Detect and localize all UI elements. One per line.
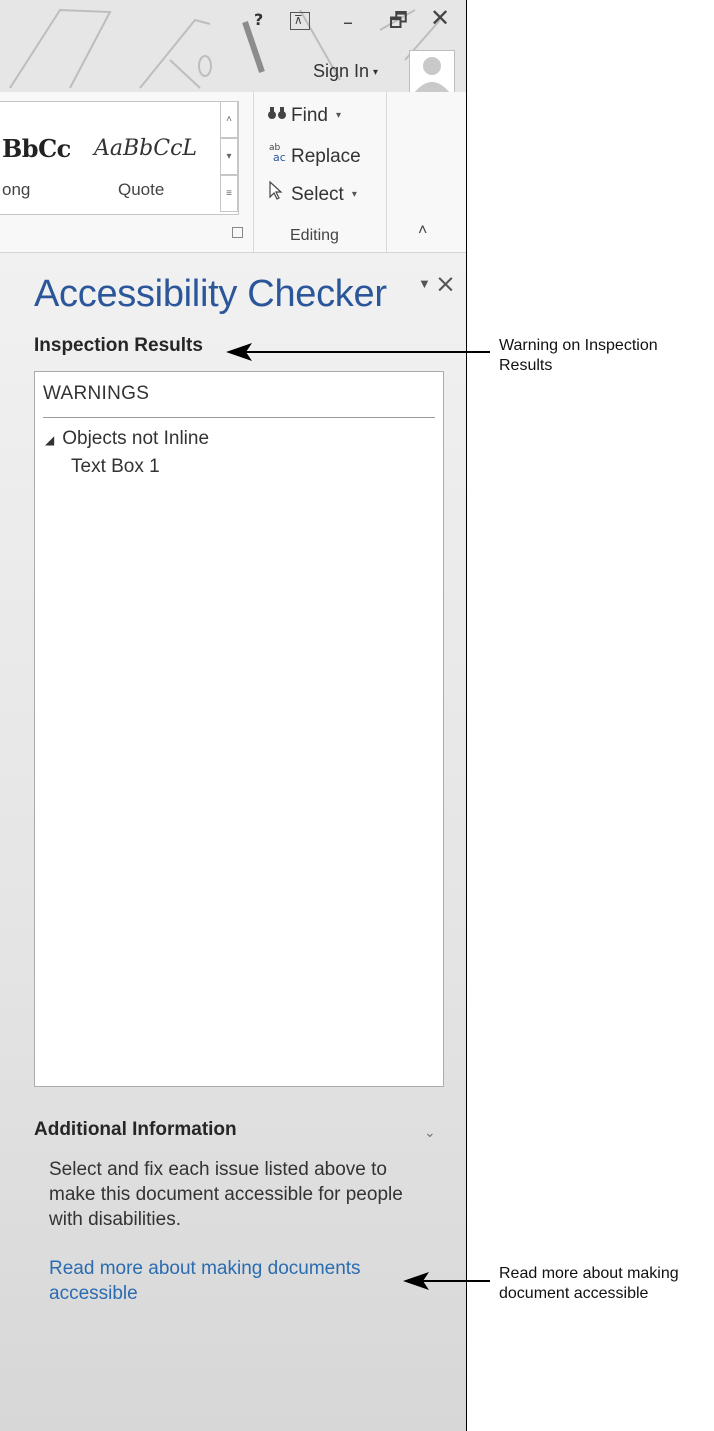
callout-arrows [226,343,490,1290]
callout-read-more-label: Read more about making document accessib… [499,1265,679,1302]
callout-warning-label: Warning on Inspection Results [499,337,658,374]
